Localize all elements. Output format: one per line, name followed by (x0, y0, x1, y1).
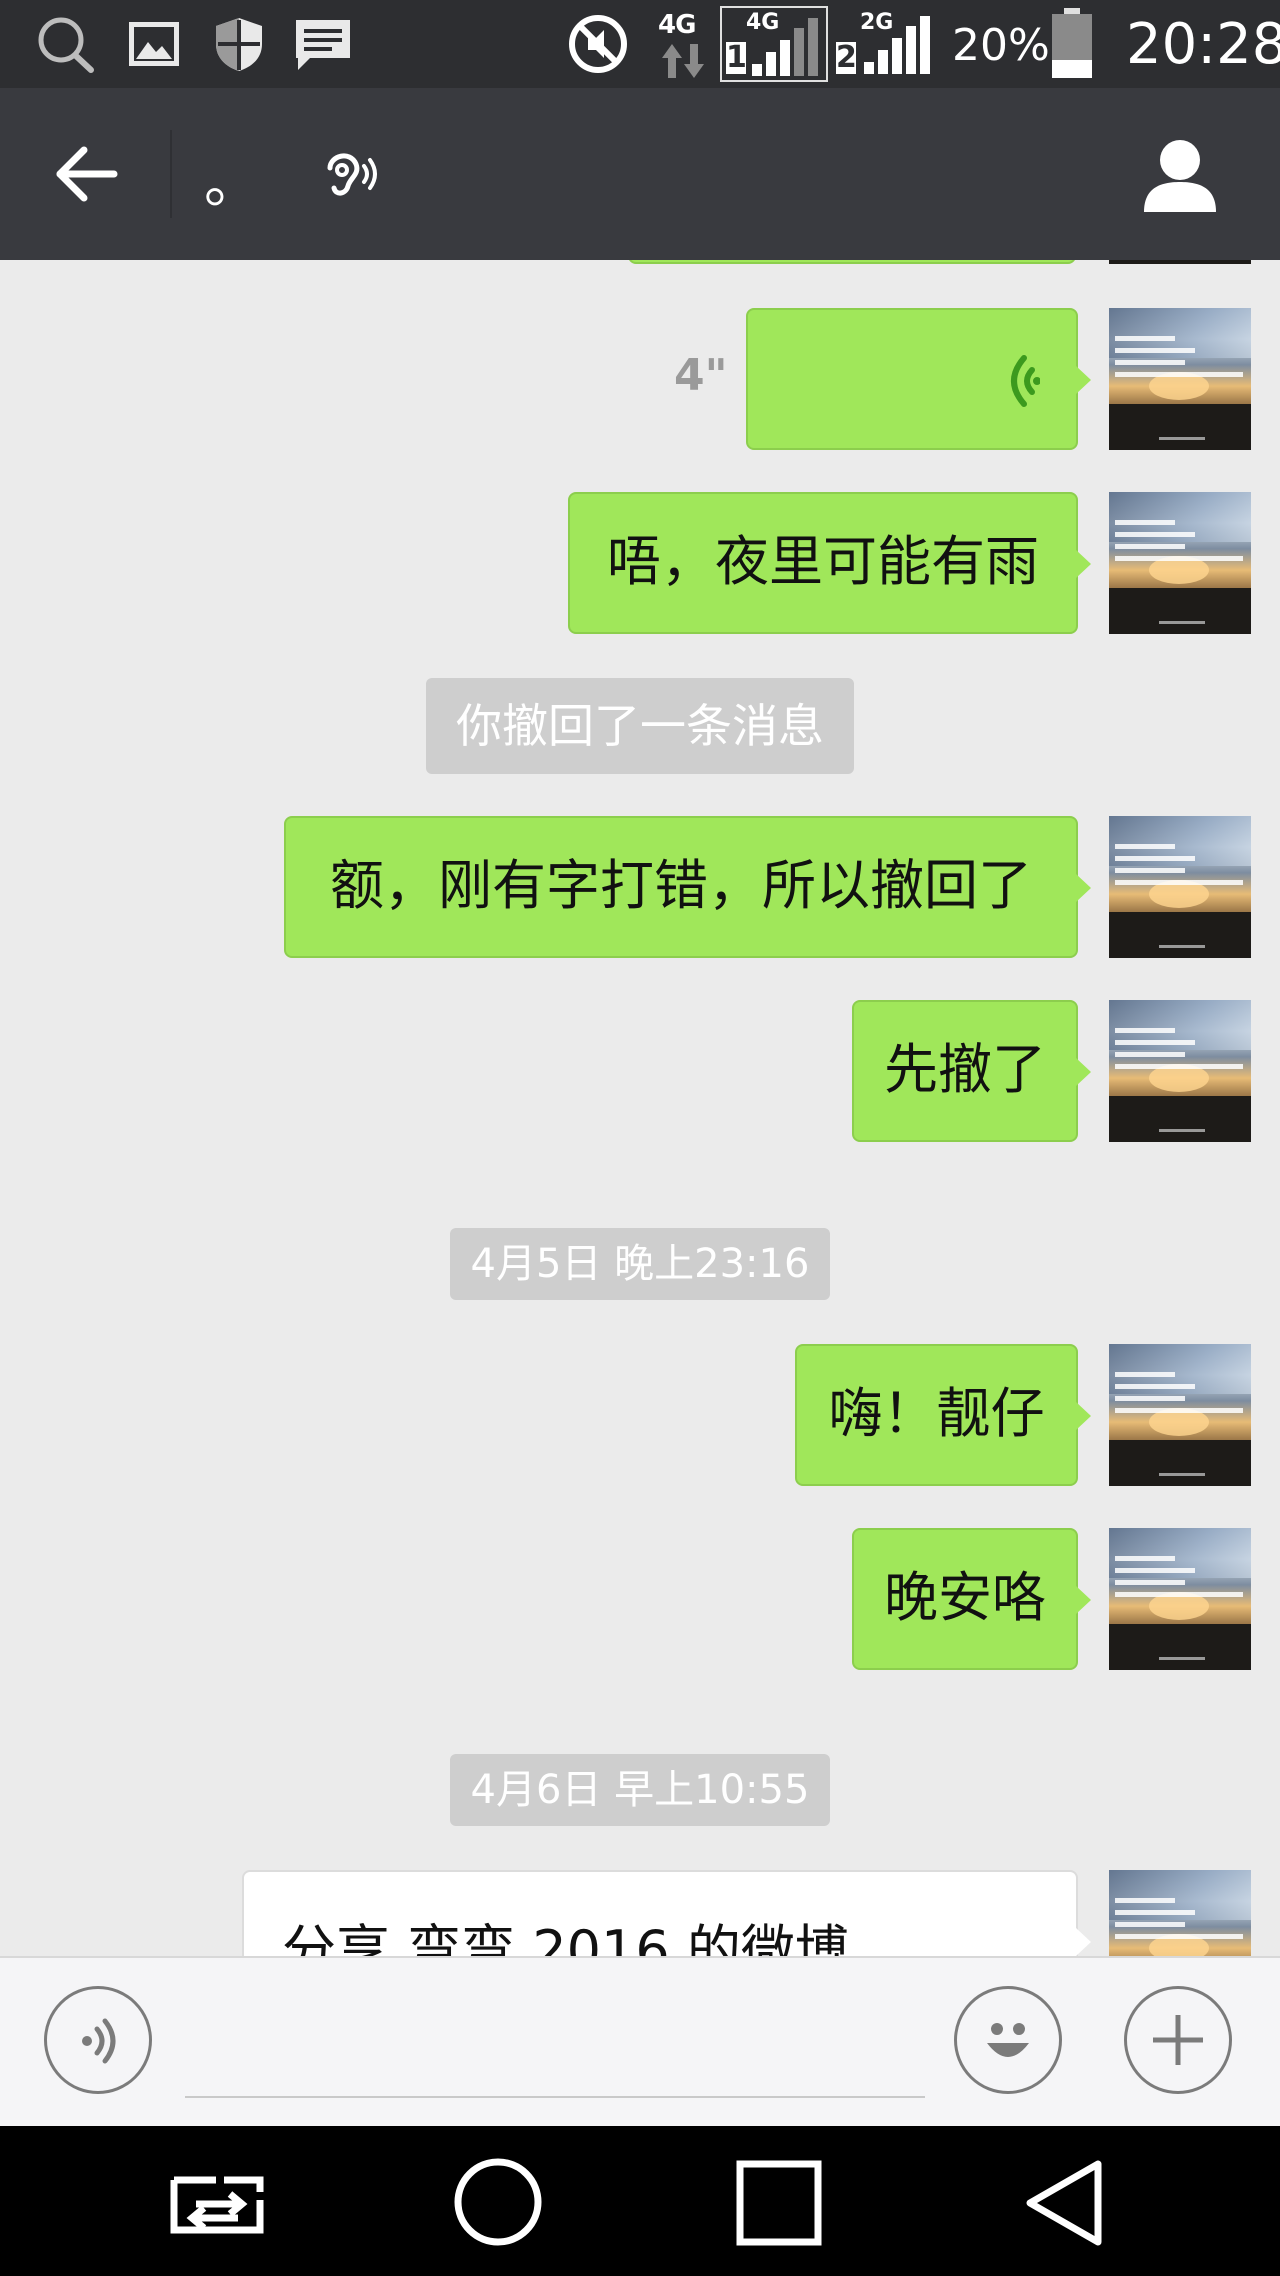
message-bubble[interactable]: 额，刚有字打错，所以撤回了 (284, 816, 1091, 958)
more-button[interactable] (1124, 1986, 1232, 2094)
back-arrow-icon[interactable] (54, 144, 118, 204)
chat-area[interactable]: 4" 唔，夜里可能有雨 你撤回了一条消息 额，刚有字打错，所以撤回了 先撤了 4… (0, 260, 1280, 1956)
voice-message-bubble[interactable] (746, 308, 1091, 450)
title-bar: 。 (0, 88, 1280, 260)
avatar[interactable] (1109, 1870, 1251, 1956)
profile-icon[interactable] (1140, 136, 1220, 216)
previous-message-bubble[interactable] (628, 260, 1076, 264)
system-message: 你撤回了一条消息 (426, 678, 854, 774)
message-bubble[interactable]: 晚安咯 (852, 1528, 1091, 1670)
chat-title: 。 (204, 151, 260, 216)
voice-wave-icon (1011, 355, 1040, 407)
avatar[interactable] (1109, 308, 1251, 450)
battery-icon (1052, 8, 1092, 78)
sim1-signal: 4G 1 (720, 6, 828, 82)
earpiece-icon (327, 153, 377, 196)
avatar[interactable] (1109, 260, 1251, 264)
battery-percent: 20% (952, 20, 1050, 71)
input-bar (0, 1956, 1280, 2126)
share-card-title: 分享 弯弯 2016 的微博 (282, 1919, 849, 1956)
signal-bars-icon (864, 16, 930, 74)
avatar[interactable] (1109, 492, 1251, 634)
clock: 20:28 (1126, 12, 1280, 77)
message-input[interactable] (185, 2096, 925, 2098)
network-4g-indicator: 4G (654, 10, 710, 80)
plus-icon (1153, 2015, 1203, 2065)
image-icon (129, 22, 179, 66)
message-bubble[interactable]: 唔，夜里可能有雨 (568, 492, 1091, 634)
avatar[interactable] (1109, 1528, 1251, 1670)
avatar[interactable] (1109, 816, 1251, 958)
avatar[interactable] (1109, 1000, 1251, 1142)
status-bar: 4G 4G 1 2G 2 20% 20:28 (0, 0, 1280, 88)
home-icon[interactable] (452, 2156, 544, 2248)
title-separator (170, 130, 172, 218)
avatar[interactable] (1109, 1344, 1251, 1486)
voice-input-button[interactable] (44, 1986, 152, 2094)
nav-back-icon[interactable] (1022, 2158, 1104, 2248)
emoji-button[interactable] (954, 1986, 1062, 2094)
timestamp: 4月5日 晚上23:16 (450, 1228, 830, 1300)
message-bubble[interactable]: 先撤了 (852, 1000, 1091, 1142)
navigation-bar (0, 2126, 1280, 2276)
voice-duration: 4" (674, 350, 728, 401)
sim2-signal: 2G 2 (834, 6, 942, 82)
voice-input-icon (82, 2018, 116, 2064)
message-bubble[interactable]: 嗨！靓仔 (795, 1344, 1091, 1486)
timestamp: 4月6日 早上10:55 (450, 1754, 830, 1826)
data-arrows-icon (662, 44, 704, 78)
recents-icon[interactable] (736, 2160, 822, 2246)
search-icon (38, 17, 94, 73)
signal-bars-icon (752, 18, 818, 76)
mute-icon (569, 15, 627, 73)
switch-apps-icon[interactable] (164, 2166, 270, 2238)
share-card[interactable]: 分享 弯弯 2016 的微博 (242, 1870, 1091, 1956)
shield-icon (216, 18, 262, 71)
message-icon (296, 20, 350, 70)
emoji-icon (987, 2023, 1029, 2057)
